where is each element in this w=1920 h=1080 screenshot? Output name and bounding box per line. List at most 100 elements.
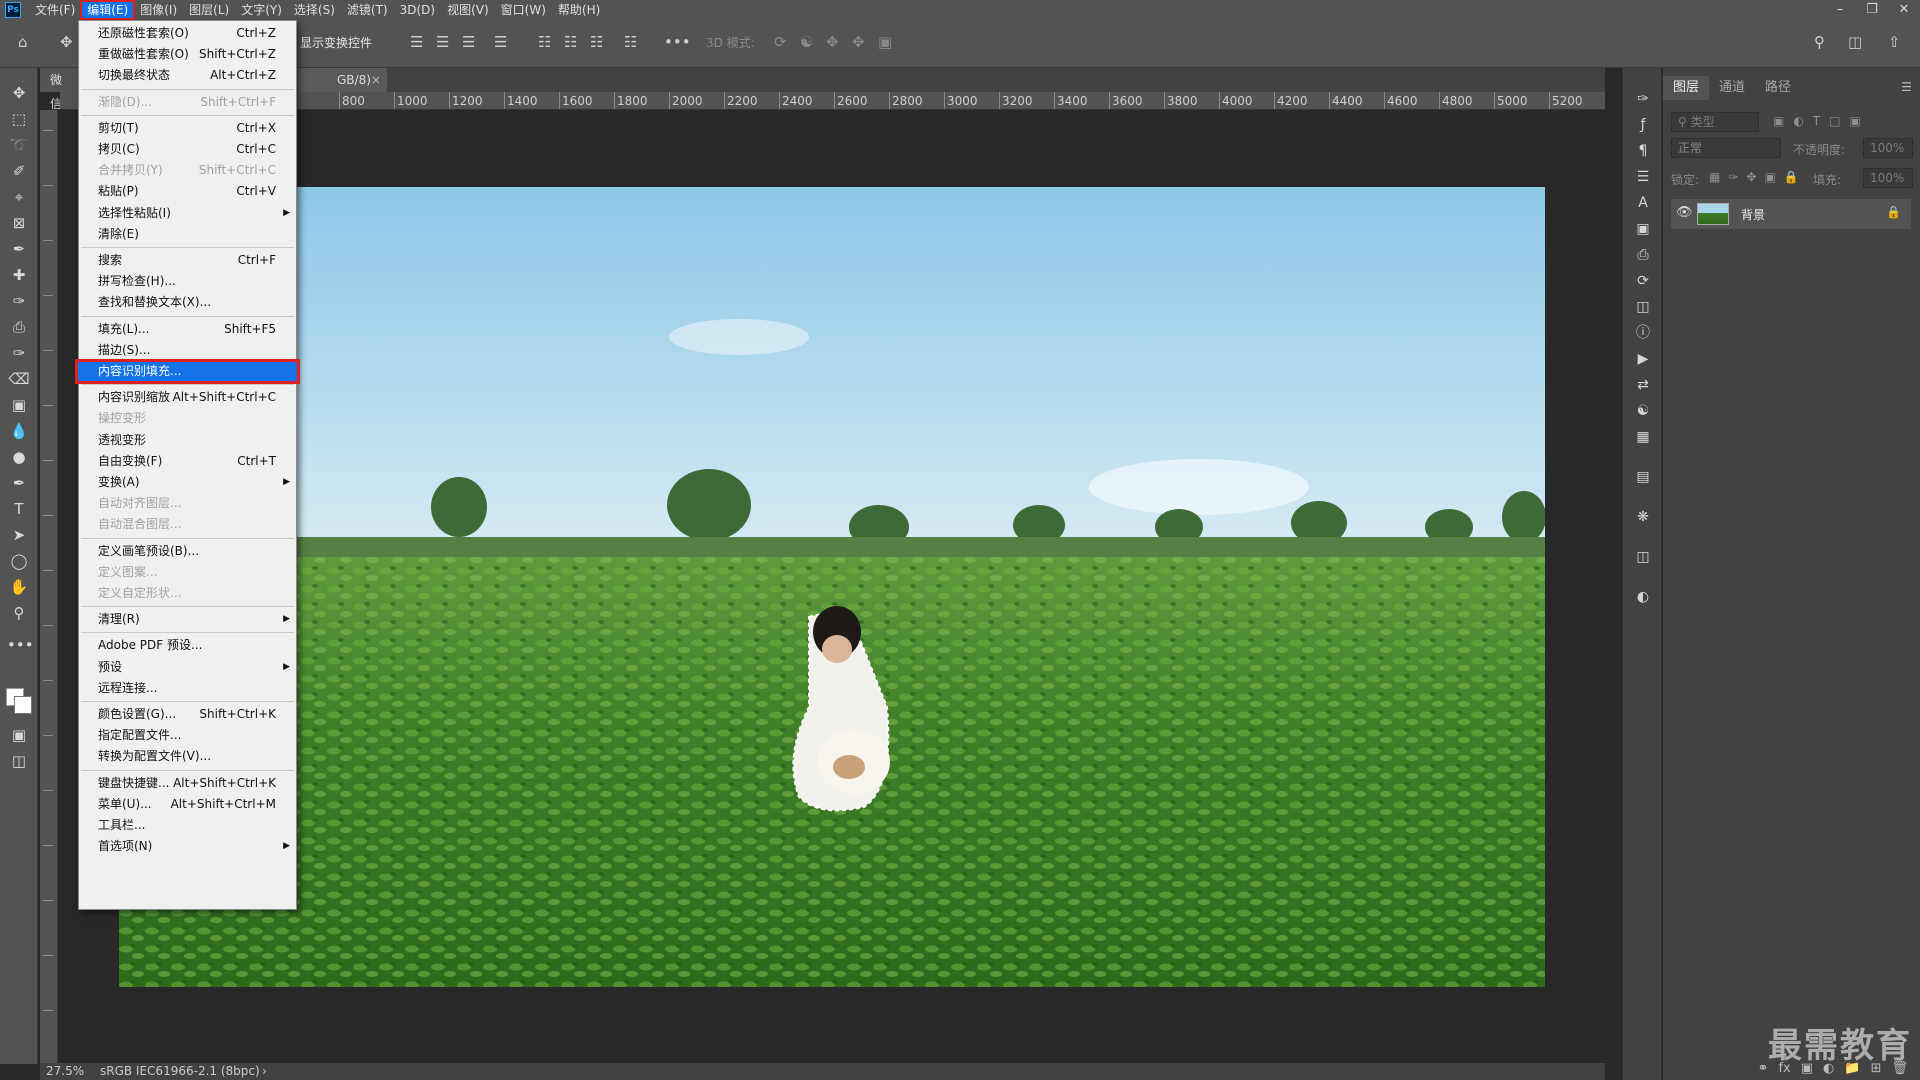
menu-item-8[interactable]: 视图(V) <box>441 1 495 19</box>
gradient-tool-icon[interactable]: ▣ <box>7 394 31 416</box>
lasso-tool-icon[interactable]: ➰ <box>7 134 31 156</box>
edit-menu-item-19[interactable]: 自由变换(F) Ctrl+T <box>79 451 296 472</box>
menu-item-4[interactable]: 文字(Y) <box>235 1 288 19</box>
edit-menu-item-8[interactable]: 选择性粘贴(I) ▶ <box>79 203 296 224</box>
fill-input[interactable]: 100% <box>1863 168 1913 188</box>
distribute-icon[interactable]: ☰ <box>494 32 507 52</box>
panel-tab-channels[interactable]: 通道 <box>1709 76 1755 100</box>
document-tab-1[interactable]: 微信 <box>40 68 80 111</box>
edit-menu-item-18[interactable]: 透视变形 <box>79 430 296 451</box>
distribute-vertical-icon[interactable]: ☷ <box>624 32 637 52</box>
character-panel-icon[interactable]: A <box>1631 192 1655 214</box>
opacity-input[interactable]: 100% <box>1863 138 1913 158</box>
hand-tool-icon[interactable]: ✋ <box>7 576 31 598</box>
edit-menu-item-28[interactable]: 预设 ▶ <box>79 657 296 678</box>
show-transform-controls-label[interactable]: 显示变换控件 <box>300 34 372 51</box>
edit-menu-item-36[interactable]: 首选项(N) ▶ <box>79 836 296 857</box>
menu-item-7[interactable]: 3D(D) <box>394 1 441 19</box>
libraries-panel-icon[interactable]: ▤ <box>1631 466 1655 488</box>
layer-comps-panel-icon[interactable]: ◫ <box>1631 546 1655 568</box>
zoom-level[interactable]: 27.5% <box>46 1063 84 1080</box>
history-brush-panel-icon[interactable]: ✑ <box>1631 88 1655 110</box>
brush-tool-icon[interactable]: ✑ <box>7 290 31 312</box>
edit-menu-item-2[interactable]: 切换最终状态 Alt+Ctrl+Z <box>79 65 296 86</box>
background-color-swatch[interactable] <box>14 696 32 714</box>
ellipse-tool-icon[interactable]: ◯ <box>7 550 31 572</box>
layer-filter-icons[interactable]: ▣◐T□▣ <box>1773 114 1870 128</box>
swatches-panel-icon[interactable]: ▦ <box>1631 426 1655 448</box>
edit-menu-item-12[interactable]: 查找和替换文本(X)... <box>79 292 296 313</box>
info-panel-icon[interactable]: ⓘ <box>1631 322 1655 344</box>
tab-close-icon[interactable]: × <box>371 68 381 92</box>
edit-menu-item-34[interactable]: 菜单(U)... Alt+Shift+Ctrl+M <box>79 794 296 815</box>
lock-icons[interactable]: ▦✑✥▣🔒 <box>1709 170 1807 184</box>
edit-menu-item-0[interactable]: 还原磁性套索(O) Ctrl+Z <box>79 23 296 44</box>
align-center-icon[interactable]: ☰ <box>436 32 449 52</box>
3d-pan-icon[interactable]: ✥ <box>826 32 839 52</box>
path-selection-tool-icon[interactable]: ➤ <box>7 524 31 546</box>
edit-menu-item-35[interactable]: 工具栏... <box>79 815 296 836</box>
minimize-icon[interactable]: – <box>1824 0 1856 20</box>
edit-menu-item-13[interactable]: 填充(L)... Shift+F5 <box>79 319 296 340</box>
edit-menu-item-4[interactable]: 剪切(T) Ctrl+X <box>79 118 296 139</box>
frame-tool-icon[interactable]: ⊠ <box>7 212 31 234</box>
edit-menu-item-1[interactable]: 重做磁性套索(O) Shift+Ctrl+Z <box>79 44 296 65</box>
layer-kind-filter[interactable]: ⚲ 类型 <box>1671 112 1759 132</box>
menu-item-0[interactable]: 文件(F) <box>29 1 81 19</box>
link-layers-icon[interactable]: ⚭ <box>1758 1058 1769 1080</box>
screen-mode-icon[interactable]: ◫ <box>7 750 31 772</box>
panel-tab-paths[interactable]: 路径 <box>1755 76 1801 100</box>
align-top-icon[interactable]: ☷ <box>538 32 551 52</box>
edit-menu-item-15[interactable]: 内容识别填充... <box>75 359 300 384</box>
edit-menu-item-14[interactable]: 描边(S)... <box>79 340 296 361</box>
edit-menu-item-10[interactable]: 搜索 Ctrl+F <box>79 250 296 271</box>
menu-item-5[interactable]: 选择(S) <box>288 1 341 19</box>
align-left-icon[interactable]: ☰ <box>410 32 423 52</box>
clone-source-panel-icon[interactable]: ⎙ <box>1631 244 1655 266</box>
quick-select-tool-icon[interactable]: ✐ <box>7 160 31 182</box>
3d-slide-icon[interactable]: ✥ <box>852 32 865 52</box>
panel-tab-layers[interactable]: 图层 <box>1663 76 1710 100</box>
layer-lock-icon[interactable]: 🔒 <box>1886 205 1901 219</box>
menu-item-10[interactable]: 帮助(H) <box>552 1 606 19</box>
search-icon[interactable]: ⚲ <box>1814 32 1825 52</box>
pen-tool-icon[interactable]: ✒ <box>7 472 31 494</box>
edit-menu-item-5[interactable]: 拷贝(C) Ctrl+C <box>79 139 296 160</box>
3d-roll-icon[interactable]: ☯ <box>800 32 813 52</box>
edit-menu-item-30[interactable]: 颜色设置(G)... Shift+Ctrl+K <box>79 704 296 725</box>
quick-mask-icon[interactable]: ▣ <box>7 724 31 746</box>
edit-menu-item-27[interactable]: Adobe PDF 预设... <box>79 635 296 656</box>
menu-item-6[interactable]: 滤镜(T) <box>341 1 394 19</box>
document-image[interactable] <box>119 187 1545 987</box>
more-options-icon[interactable]: ••• <box>664 32 691 52</box>
3d-orbit-icon[interactable]: ⟳ <box>774 32 787 52</box>
paths-panel-icon[interactable]: ⇄ <box>1631 374 1655 396</box>
properties-panel-icon[interactable]: ☰ <box>1631 166 1655 188</box>
dodge-tool-icon[interactable]: ● <box>7 446 31 468</box>
home-icon[interactable]: ⌂ <box>18 32 28 52</box>
crop-tool-icon[interactable]: ⌖ <box>7 186 31 208</box>
close-icon[interactable]: ✕ <box>1888 0 1920 20</box>
edit-menu-item-11[interactable]: 拼写检查(H)... <box>79 271 296 292</box>
glyphs-panel-icon[interactable]: ▣ <box>1631 218 1655 240</box>
layer-row-background[interactable]: 👁 背景 🔒 <box>1671 199 1911 229</box>
edit-menu-item-31[interactable]: 指定配置文件... <box>79 725 296 746</box>
align-bottom-icon[interactable]: ☷ <box>590 32 603 52</box>
color-panel-icon[interactable]: ◐ <box>1631 586 1655 608</box>
fx-panel-icon[interactable]: ƒ <box>1631 114 1655 136</box>
eyedropper-tool-icon[interactable]: ✒ <box>7 238 31 260</box>
share-icon[interactable]: ⇧ <box>1888 32 1901 52</box>
type-tool-icon[interactable]: T <box>7 498 31 520</box>
menu-edit[interactable]: 编辑(E) <box>80 0 136 20</box>
3d-panel-icon[interactable]: ☯ <box>1631 400 1655 422</box>
brush-settings-panel-icon[interactable]: ❋ <box>1631 506 1655 528</box>
workspace-icon[interactable]: ◫ <box>1848 32 1862 52</box>
eraser-tool-icon[interactable]: ⌫ <box>7 368 31 390</box>
edit-menu-item-33[interactable]: 键盘快捷键... Alt+Shift+Ctrl+K <box>79 773 296 794</box>
marquee-tool-icon[interactable]: ⬚ <box>7 108 31 130</box>
zoom-tool-icon[interactable]: ⚲ <box>7 602 31 624</box>
healing-brush-tool-icon[interactable]: ✚ <box>7 264 31 286</box>
status-arrow-icon[interactable]: › <box>262 1063 267 1080</box>
3d-camera-icon[interactable]: ▣ <box>878 32 892 52</box>
edit-menu-item-26[interactable]: 清理(R) ▶ <box>79 609 296 630</box>
